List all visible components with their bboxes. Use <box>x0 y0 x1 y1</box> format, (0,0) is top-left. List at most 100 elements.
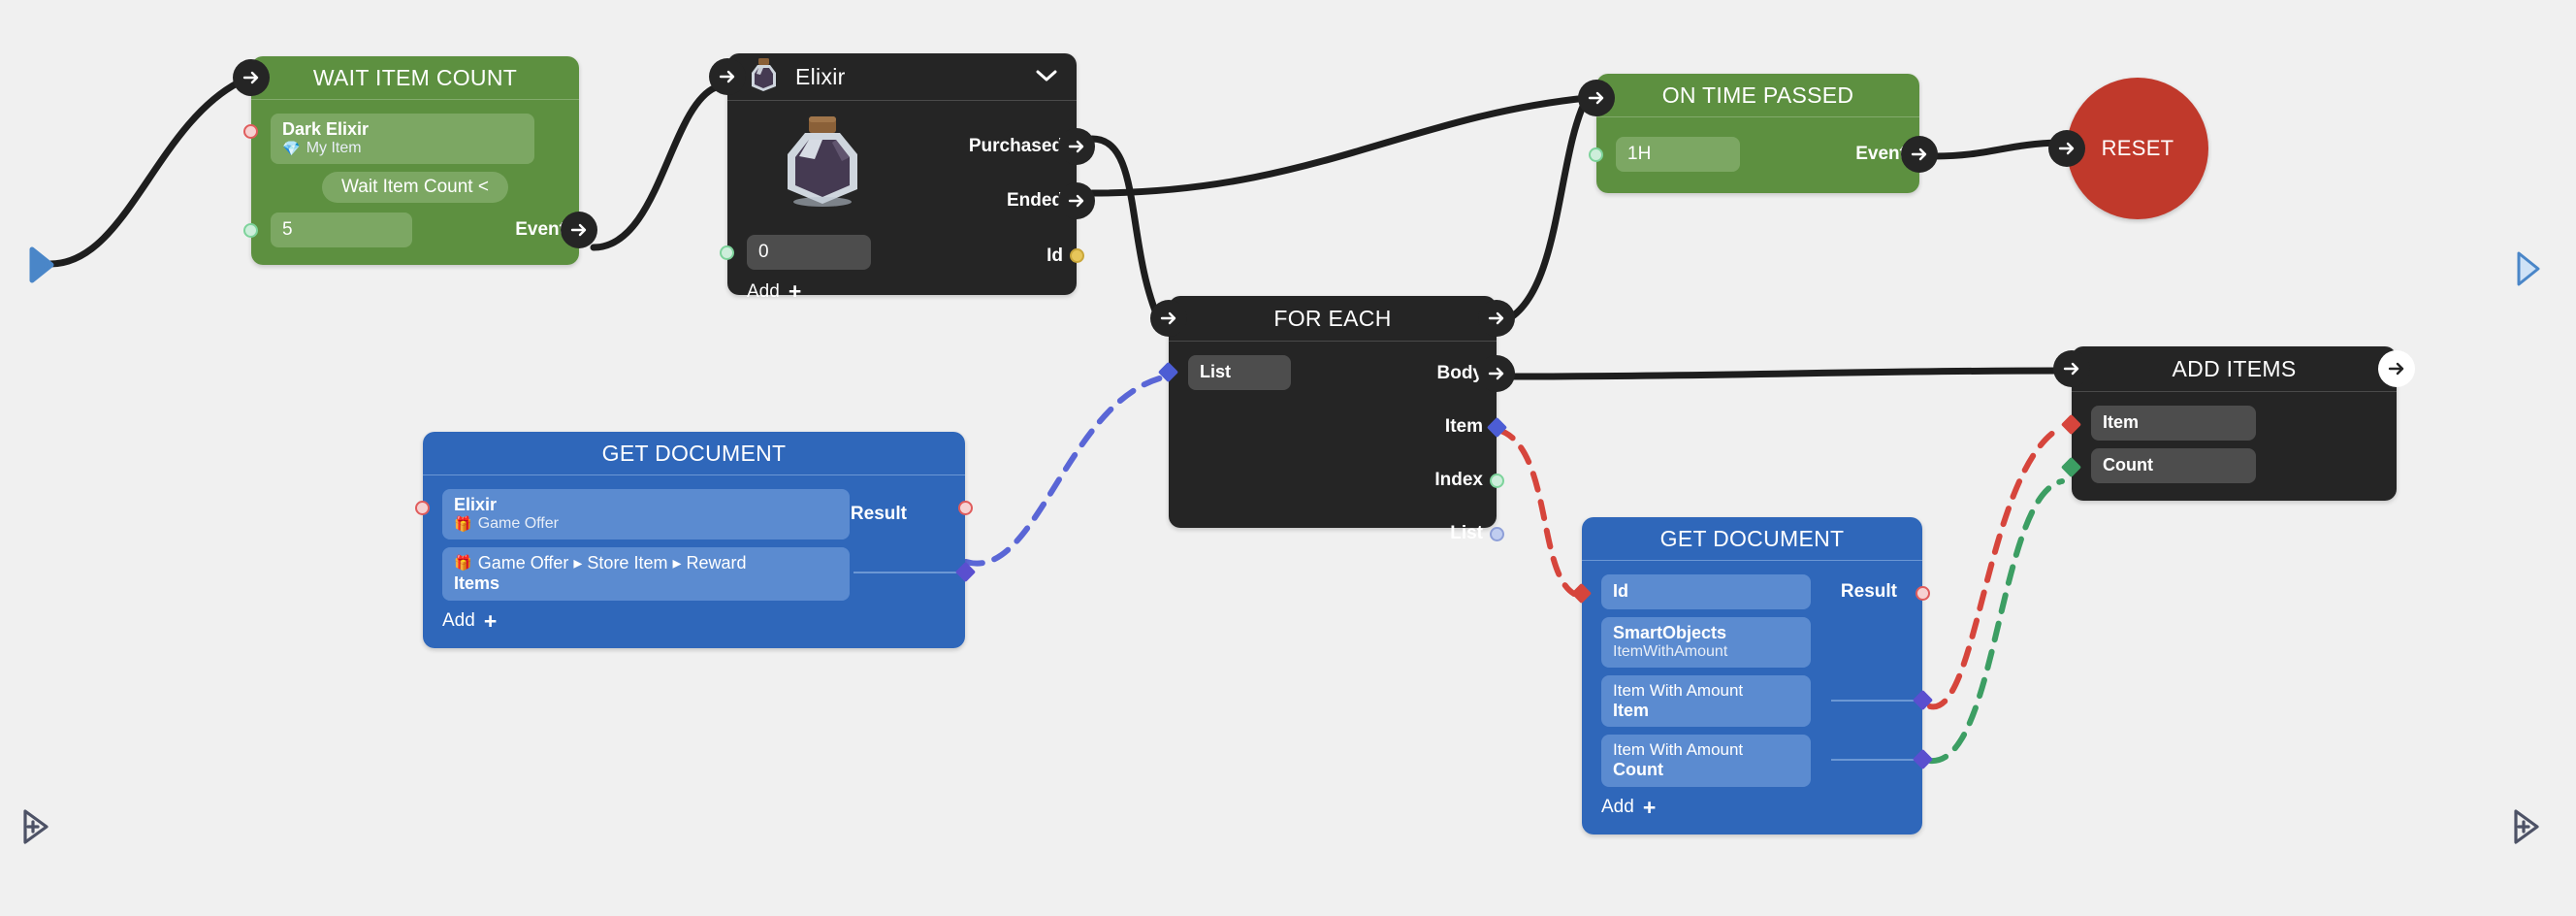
input-port-list[interactable] <box>1157 361 1179 383</box>
condition-pill[interactable]: Wait Item Count < <box>322 172 508 204</box>
exec-output-port-header[interactable] <box>1478 300 1515 337</box>
input-port-duration[interactable] <box>1589 147 1603 162</box>
plus-icon: + <box>788 278 802 304</box>
port-connector-line <box>1831 759 1922 762</box>
field-item-with-amount-count[interactable]: Item With Amount Count <box>1601 735 1811 787</box>
input-port-item[interactable] <box>2060 413 2082 436</box>
exec-output-port-event[interactable] <box>561 212 597 249</box>
output-port-item[interactable] <box>1912 690 1934 711</box>
exec-input-port[interactable] <box>233 59 270 96</box>
add-label: Add <box>442 610 475 632</box>
node-get-document-left[interactable]: GET DOCUMENT Elixir 🎁 Game Offer Result <box>415 432 977 648</box>
node-title: WAIT ITEM COUNT <box>312 64 518 90</box>
output-row-ended: Ended <box>1006 182 1095 219</box>
field-item-with-amount-item[interactable]: Item With Amount Item <box>1601 675 1811 728</box>
output-label-list: List <box>1450 523 1483 543</box>
row-reward-items: 🎁 Game Offer ▸ Store Item ▸ Reward Items <box>423 547 977 601</box>
graph-start-marker[interactable] <box>29 246 54 288</box>
exec-output-port-body[interactable] <box>1478 355 1515 392</box>
output-port-result[interactable] <box>958 501 973 515</box>
output-label-ended: Ended <box>1006 190 1063 211</box>
chevron-down-icon[interactable] <box>1036 69 1057 87</box>
output-row-purchased: Purchased <box>968 128 1095 165</box>
input-port-id[interactable] <box>1570 582 1593 605</box>
exec-output-port-ended[interactable] <box>1058 182 1095 219</box>
field-elixir-doc[interactable]: Elixir 🎁 Game Offer <box>442 489 850 540</box>
add-node-marker-left[interactable] <box>21 807 50 851</box>
node-on-time-passed[interactable]: ON TIME PASSED 1H Event <box>1578 74 1938 193</box>
plus-icon: + <box>1642 794 1657 820</box>
exec-input-port[interactable] <box>1578 80 1615 116</box>
row-item: Item <box>2060 406 2397 441</box>
add-parameter-button[interactable]: Add + <box>1582 794 1922 820</box>
field-path: 🎁 Game Offer ▸ Store Item ▸ Reward <box>454 553 747 573</box>
output-label-purchased: Purchased <box>968 136 1063 156</box>
field-value: 5 <box>282 218 293 240</box>
output-label-index: Index <box>1434 470 1483 490</box>
output-port-item[interactable] <box>1486 416 1508 439</box>
node-title: GET DOCUMENT <box>1659 525 1845 551</box>
exec-input-port[interactable] <box>1150 300 1187 337</box>
field-amount[interactable]: 0 <box>747 235 871 270</box>
exec-input-port[interactable] <box>709 58 746 95</box>
row-duration-event: 1H Event <box>1589 136 1938 173</box>
node-body: List Body Item Index List <box>1157 341 1515 543</box>
exec-output-port-header[interactable] <box>2378 350 2415 387</box>
input-port-item[interactable] <box>243 124 258 139</box>
field-main: Count <box>2103 455 2153 475</box>
node-header: ON TIME PASSED <box>1596 74 1919 116</box>
field-path-leaf: Count <box>1613 760 1663 780</box>
add-node-marker-right[interactable] <box>2512 807 2541 851</box>
field-smartobjects[interactable]: SmartObjects ItemWithAmount <box>1601 617 1811 669</box>
field-duration[interactable]: 1H <box>1616 137 1740 172</box>
node-body: Id Result SmartObjects ItemWithAmount It… <box>1570 560 1934 834</box>
graph-continue-marker[interactable] <box>2516 250 2541 292</box>
node-title: GET DOCUMENT <box>601 440 787 466</box>
input-port-count[interactable] <box>243 223 258 239</box>
field-sub: 💎 My Item <box>282 140 362 158</box>
field-item[interactable]: Item <box>2091 406 2256 441</box>
output-row-list: List <box>1450 519 1504 548</box>
node-graph-canvas[interactable]: WAIT ITEM COUNT Dark Elixir 💎 My Item Wa… <box>0 0 2576 916</box>
output-label-event: Event <box>1855 144 1906 164</box>
node-header: Elixir <box>727 53 1077 100</box>
exec-input-port[interactable] <box>2053 350 2090 387</box>
add-label: Add <box>1601 797 1634 818</box>
output-port-index[interactable] <box>1490 474 1504 488</box>
output-port-items[interactable] <box>954 562 977 583</box>
exec-output-port-purchased[interactable] <box>1058 128 1095 165</box>
node-add-items[interactable]: ADD ITEMS Item Count <box>2053 346 2415 501</box>
output-port-result[interactable] <box>1916 586 1930 601</box>
field-reward-items[interactable]: 🎁 Game Offer ▸ Store Item ▸ Reward Items <box>442 547 850 601</box>
field-dark-elixir[interactable]: Dark Elixir 💎 My Item <box>271 114 534 165</box>
input-port-amount[interactable] <box>720 245 734 260</box>
port-connector-line <box>1831 700 1922 703</box>
output-label-result: Result <box>850 504 907 525</box>
field-list[interactable]: List <box>1188 355 1291 390</box>
add-parameter-button[interactable]: Add + <box>423 609 965 633</box>
field-id[interactable]: Id <box>1601 574 1811 609</box>
field-path-leaf: Items <box>454 573 500 594</box>
exec-output-port-event[interactable] <box>1901 136 1938 173</box>
input-port-count[interactable] <box>2060 456 2082 478</box>
node-elixir[interactable]: Elixir Purchased Ended Id 0 Add + <box>709 53 1095 303</box>
add-label: Add <box>747 280 780 302</box>
row-item-with-amount-item: Item With Amount Item <box>1582 675 1934 728</box>
gift-icon: 🎁 <box>454 555 472 572</box>
add-parameter-button[interactable]: Add + <box>727 280 801 303</box>
node-for-each[interactable]: FOR EACH List Body Item Index List <box>1150 296 1515 543</box>
output-port-count[interactable] <box>1912 749 1934 770</box>
exec-input-port[interactable] <box>2048 130 2085 167</box>
node-body: Item Count <box>2060 391 2397 501</box>
output-row-body: Body <box>1437 355 1515 392</box>
field-threshold[interactable]: 5 <box>271 213 412 248</box>
field-count[interactable]: Count <box>2091 448 2256 483</box>
input-port-document[interactable] <box>415 501 430 515</box>
node-get-document-right[interactable]: GET DOCUMENT Id Result SmartObjects Item… <box>1570 517 1934 834</box>
field-main: Id <box>1613 581 1628 602</box>
field-value: 0 <box>758 241 769 262</box>
node-wait-item-count[interactable]: WAIT ITEM COUNT Dark Elixir 💎 My Item Wa… <box>233 56 597 266</box>
node-reset[interactable]: RESET <box>2048 78 2208 219</box>
output-port-list[interactable] <box>1490 527 1504 541</box>
output-port-id[interactable] <box>1070 248 1084 263</box>
